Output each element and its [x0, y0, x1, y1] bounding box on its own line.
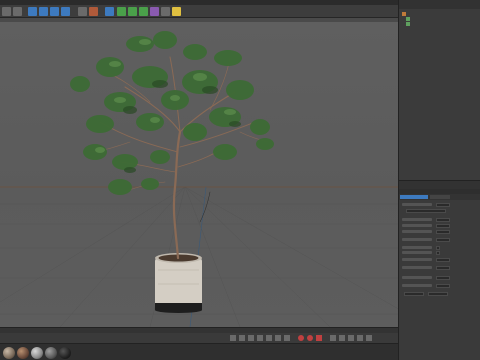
deformer-icon[interactable] [150, 7, 159, 16]
attr-field[interactable] [436, 203, 450, 207]
nurbs-icon[interactable] [128, 7, 137, 16]
material-swatch-5[interactable] [59, 347, 71, 359]
tab-project-settings[interactable] [400, 195, 428, 199]
attributes-panel [399, 200, 480, 360]
position-key-icon[interactable] [330, 335, 336, 341]
mesh-object-icon [406, 17, 410, 21]
main-toolbar [0, 5, 398, 18]
point-level-key-icon[interactable] [366, 335, 372, 341]
object-item[interactable] [402, 12, 476, 16]
attr-row [402, 266, 478, 270]
play-icon[interactable] [257, 335, 263, 341]
autokey-icon[interactable] [307, 335, 313, 341]
undo-icon[interactable] [2, 7, 11, 16]
attr-field[interactable] [436, 284, 450, 288]
next-frame-icon[interactable] [266, 335, 272, 341]
attr-field[interactable] [436, 276, 450, 280]
spline-icon[interactable] [117, 7, 126, 16]
attr-label [402, 238, 432, 241]
material-swatch-2[interactable] [17, 347, 29, 359]
cube-icon[interactable] [105, 7, 114, 16]
object-manager-menu [399, 0, 480, 9]
go-to-start-icon[interactable] [230, 335, 236, 341]
attr-label [402, 251, 432, 254]
scale-icon[interactable] [50, 7, 59, 16]
next-key-icon[interactable] [275, 335, 281, 341]
attr-field[interactable] [436, 238, 450, 242]
attr-label [402, 246, 432, 249]
attr-dropdown[interactable] [436, 266, 450, 270]
keyframe-selection-icon[interactable] [316, 335, 322, 341]
attr-field[interactable] [436, 218, 450, 222]
attr-row [402, 284, 478, 288]
null-object-icon [402, 12, 406, 16]
camera-icon[interactable] [161, 7, 170, 16]
record-icon[interactable] [298, 335, 304, 341]
previous-key-icon[interactable] [239, 335, 245, 341]
array-icon[interactable] [139, 7, 148, 16]
attr-field[interactable] [436, 258, 450, 262]
attr-checkbox[interactable] [436, 246, 440, 250]
attr-row [402, 224, 478, 228]
right-sidebar [398, 0, 480, 360]
transport-bar [0, 333, 398, 343]
attr-label [402, 284, 432, 287]
redo-icon[interactable] [13, 7, 22, 16]
attr-label [402, 230, 432, 233]
attr-row [402, 238, 478, 242]
attr-checkbox[interactable] [436, 251, 440, 255]
render-icon[interactable] [78, 7, 87, 16]
material-swatch-4[interactable] [45, 347, 57, 359]
mesh-object-icon [406, 22, 410, 26]
attr-row [402, 292, 478, 296]
plant-pot [155, 253, 202, 313]
attr-label [402, 266, 432, 269]
tab-info[interactable] [430, 195, 450, 199]
attr-row [402, 209, 478, 213]
viewport-3d[interactable] [0, 22, 398, 327]
render-view-icon[interactable] [89, 7, 98, 16]
object-item[interactable] [406, 22, 476, 26]
attr-row [402, 230, 478, 234]
rotation-key-icon[interactable] [348, 335, 354, 341]
parameter-key-icon[interactable] [357, 335, 363, 341]
light-icon[interactable] [172, 7, 181, 16]
attr-row [402, 218, 478, 222]
rotate-icon[interactable] [61, 7, 70, 16]
attributes-menu [399, 180, 480, 189]
material-swatch-1[interactable] [3, 347, 15, 359]
attr-row [402, 276, 478, 280]
attr-field[interactable] [436, 230, 450, 234]
attr-row [402, 246, 478, 250]
tree-foliage [70, 31, 274, 195]
attr-label [402, 224, 432, 227]
go-to-end-icon[interactable] [284, 335, 290, 341]
playback-controls [230, 335, 380, 341]
attr-label [402, 258, 432, 261]
attr-row [402, 203, 478, 207]
select-icon[interactable] [28, 7, 37, 16]
load-preset-button[interactable] [404, 292, 424, 296]
object-item[interactable] [406, 17, 476, 21]
viewport-scene [0, 31, 398, 327]
material-manager [0, 343, 398, 360]
scale-key-icon[interactable] [339, 335, 345, 341]
attr-row [402, 251, 478, 255]
previous-frame-icon[interactable] [248, 335, 254, 341]
move-icon[interactable] [39, 7, 48, 16]
attr-label [402, 276, 432, 279]
attr-row [402, 258, 478, 262]
save-preset-button[interactable] [428, 292, 448, 296]
attr-label [402, 218, 432, 221]
attr-field[interactable] [436, 224, 450, 228]
attr-label [402, 203, 432, 206]
attr-button[interactable] [406, 209, 446, 213]
material-swatch-3[interactable] [31, 347, 43, 359]
object-manager-list [399, 9, 480, 180]
